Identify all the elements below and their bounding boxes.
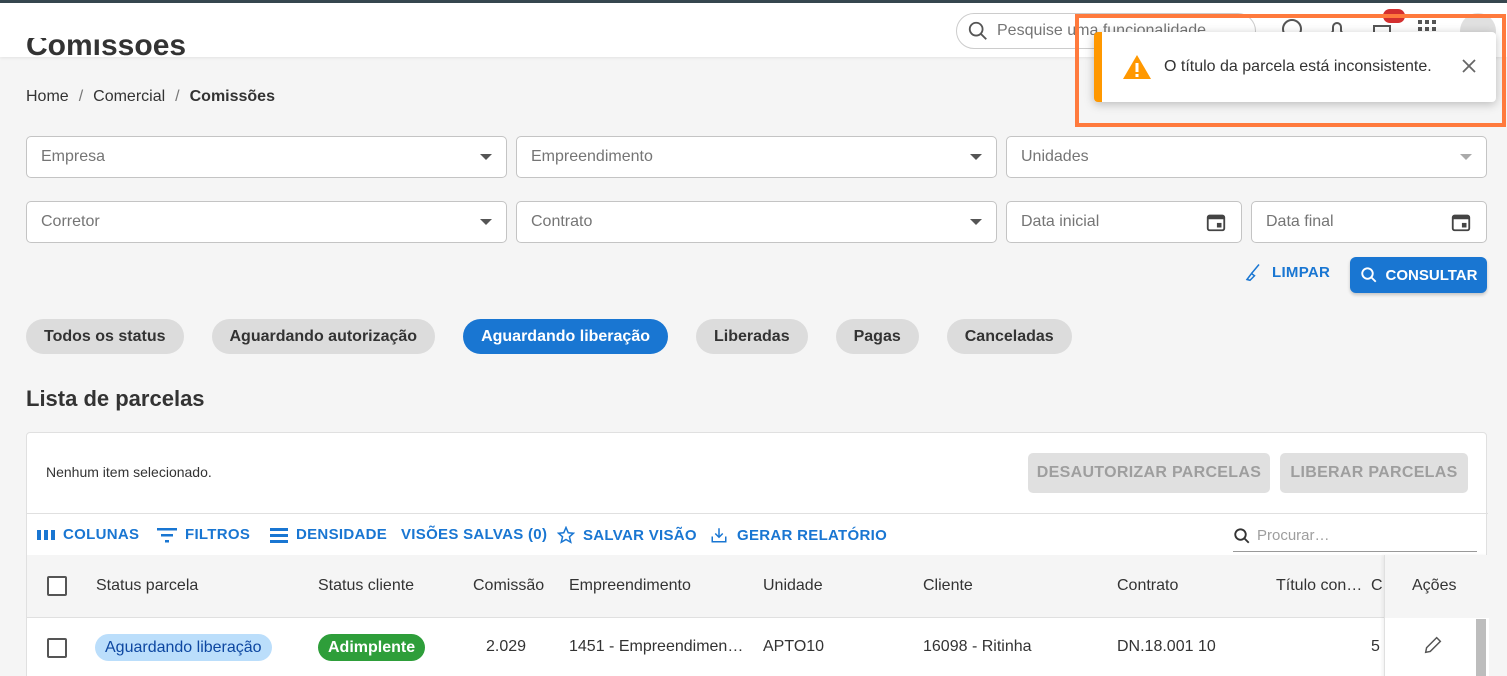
data-final-field[interactable]: Data final bbox=[1251, 201, 1487, 243]
search-icon bbox=[1234, 527, 1250, 543]
vertical-scrollbar[interactable] bbox=[1476, 619, 1486, 676]
colunas-label: COLUNAS bbox=[63, 526, 140, 543]
acoes-cell bbox=[1385, 618, 1489, 676]
grid-search[interactable]: Procurar… bbox=[1233, 520, 1477, 552]
col-unidade[interactable]: Unidade bbox=[763, 577, 823, 595]
col-cliente[interactable]: Cliente bbox=[923, 577, 973, 595]
visoes-label: VISÕES SALVAS (0) bbox=[401, 526, 548, 543]
cell-contrato: DN.18.001 10 bbox=[1117, 638, 1216, 655]
consultar-label: CONSULTAR bbox=[1385, 266, 1478, 284]
contrato-label: Contrato bbox=[531, 213, 593, 230]
salvar-label: SALVAR VISÃO bbox=[583, 526, 697, 544]
parcelas-grid: Nenhum item selecionado. DESAUTORIZAR PA… bbox=[26, 432, 1489, 676]
table-header: Status parcela Status cliente Comissão E… bbox=[27, 555, 1488, 618]
calendar-icon[interactable] bbox=[1205, 211, 1227, 233]
col-titulo[interactable]: Título con… bbox=[1276, 577, 1362, 595]
broom-icon bbox=[1245, 264, 1260, 282]
chevron-down-icon bbox=[1460, 154, 1472, 160]
contrato-select[interactable]: Contrato bbox=[516, 201, 997, 243]
relatorio-label: GERAR RELATÓRIO bbox=[737, 526, 888, 544]
chevron-down-icon bbox=[480, 219, 492, 225]
selection-status: Nenhum item selecionado. bbox=[46, 464, 212, 480]
unidades-label: Unidades bbox=[1021, 148, 1089, 165]
unidades-select[interactable]: Unidades bbox=[1006, 136, 1487, 178]
search-icon bbox=[968, 21, 987, 40]
filter-icon bbox=[157, 527, 177, 542]
empresa-label: Empresa bbox=[41, 148, 106, 165]
page-title: Comissões bbox=[26, 38, 187, 58]
list-title: Lista de parcelas bbox=[26, 386, 205, 411]
notification-badge bbox=[1383, 9, 1405, 23]
table-row[interactable]: Aguardando liberação Adimplente 2.029 14… bbox=[27, 618, 1488, 676]
desautorizar-button[interactable]: DESAUTORIZAR PARCELAS bbox=[1028, 453, 1270, 493]
data-final-label: Data final bbox=[1266, 213, 1334, 230]
chevron-down-icon bbox=[480, 154, 492, 160]
status-chip-group: Todos os status Aguardando autorização A… bbox=[26, 319, 1100, 354]
empreendimento-label: Empreendimento bbox=[531, 148, 653, 165]
warning-icon bbox=[1123, 55, 1151, 79]
breadcrumb-comercial[interactable]: Comercial bbox=[93, 88, 165, 106]
densidade-label: DENSIDADE bbox=[296, 526, 388, 543]
breadcrumb-separator: / bbox=[175, 88, 180, 105]
breadcrumb: Home / Comercial / Comissões bbox=[26, 88, 275, 106]
cell-cliente: 16098 - Ritinha bbox=[923, 638, 1032, 655]
chip-liberadas[interactable]: Liberadas bbox=[696, 319, 808, 354]
chevron-down-icon bbox=[970, 219, 982, 225]
row-checkbox[interactable] bbox=[47, 638, 67, 658]
select-all-checkbox[interactable] bbox=[47, 576, 67, 596]
grid-search-placeholder: Procurar… bbox=[1257, 527, 1330, 544]
cell-unidade: APTO10 bbox=[763, 638, 825, 655]
cell-empreendimento: 1451 - Empreendimen… bbox=[569, 638, 744, 655]
breadcrumb-home[interactable]: Home bbox=[26, 88, 69, 106]
data-inicial-label: Data inicial bbox=[1021, 213, 1100, 230]
close-icon[interactable] bbox=[1460, 57, 1478, 75]
columns-icon bbox=[37, 529, 55, 540]
grid-toolbar: COLUNAS FILTROS DENSIDADE VISÕES SALVAS … bbox=[27, 513, 1488, 555]
acoes-column: Ações bbox=[1384, 555, 1489, 676]
liberar-button[interactable]: LIBERAR PARCELAS bbox=[1280, 453, 1468, 493]
warning-toast: O título da parcela está inconsistente. bbox=[1094, 32, 1496, 102]
col-status-cliente[interactable]: Status cliente bbox=[318, 577, 414, 595]
corretor-label: Corretor bbox=[41, 213, 100, 230]
search-icon bbox=[1360, 267, 1376, 283]
filtros-label: FILTROS bbox=[185, 526, 251, 543]
limpar-label: LIMPAR bbox=[1272, 263, 1331, 281]
chip-canceladas[interactable]: Canceladas bbox=[946, 319, 1072, 354]
empreendimento-select[interactable]: Empreendimento bbox=[516, 136, 997, 178]
density-icon bbox=[270, 527, 288, 543]
breadcrumb-separator: / bbox=[78, 88, 84, 105]
star-icon bbox=[557, 526, 575, 544]
breadcrumb-current: Comissões bbox=[189, 88, 275, 105]
col-empreendimento[interactable]: Empreendimento bbox=[569, 577, 691, 595]
chip-pagas[interactable]: Pagas bbox=[835, 319, 919, 354]
col-contrato[interactable]: Contrato bbox=[1117, 577, 1178, 595]
cell-c: 5 bbox=[1371, 638, 1380, 655]
data-inicial-field[interactable]: Data inicial bbox=[1006, 201, 1242, 243]
download-icon bbox=[711, 528, 727, 543]
col-status-parcela[interactable]: Status parcela bbox=[96, 577, 198, 595]
status-parcela-badge: Aguardando liberação bbox=[95, 634, 272, 661]
consultar-button[interactable]: CONSULTAR bbox=[1350, 257, 1487, 293]
corretor-select[interactable]: Corretor bbox=[26, 201, 507, 243]
toast-message: O título da parcela está inconsistente. bbox=[1164, 58, 1432, 75]
colunas-button[interactable]: COLUNAS bbox=[37, 526, 139, 543]
cell-comissao: 2.029 bbox=[486, 638, 527, 655]
gerar-relatorio-button[interactable]: GERAR RELATÓRIO bbox=[709, 526, 887, 544]
col-acoes: Ações bbox=[1412, 577, 1457, 594]
chevron-down-icon bbox=[970, 154, 982, 160]
edit-pencil-icon[interactable] bbox=[1422, 634, 1444, 656]
chip-aguardando-autorizacao[interactable]: Aguardando autorização bbox=[211, 319, 436, 354]
filtros-button[interactable]: FILTROS bbox=[157, 526, 250, 543]
densidade-button[interactable]: DENSIDADE bbox=[270, 526, 387, 543]
chip-todos[interactable]: Todos os status bbox=[26, 319, 184, 354]
chip-aguardando-liberacao[interactable]: Aguardando liberação bbox=[463, 319, 668, 354]
visoes-salvas-button[interactable]: VISÕES SALVAS (0) bbox=[401, 526, 547, 543]
limpar-button[interactable]: LIMPAR bbox=[1244, 262, 1330, 282]
calendar-icon[interactable] bbox=[1450, 211, 1472, 233]
salvar-visao-button[interactable]: SALVAR VISÃO bbox=[557, 526, 697, 544]
col-comissao[interactable]: Comissão bbox=[473, 577, 544, 595]
empresa-select[interactable]: Empresa bbox=[26, 136, 507, 178]
col-c[interactable]: C bbox=[1371, 577, 1383, 595]
status-cliente-badge: Adimplente bbox=[318, 634, 426, 661]
